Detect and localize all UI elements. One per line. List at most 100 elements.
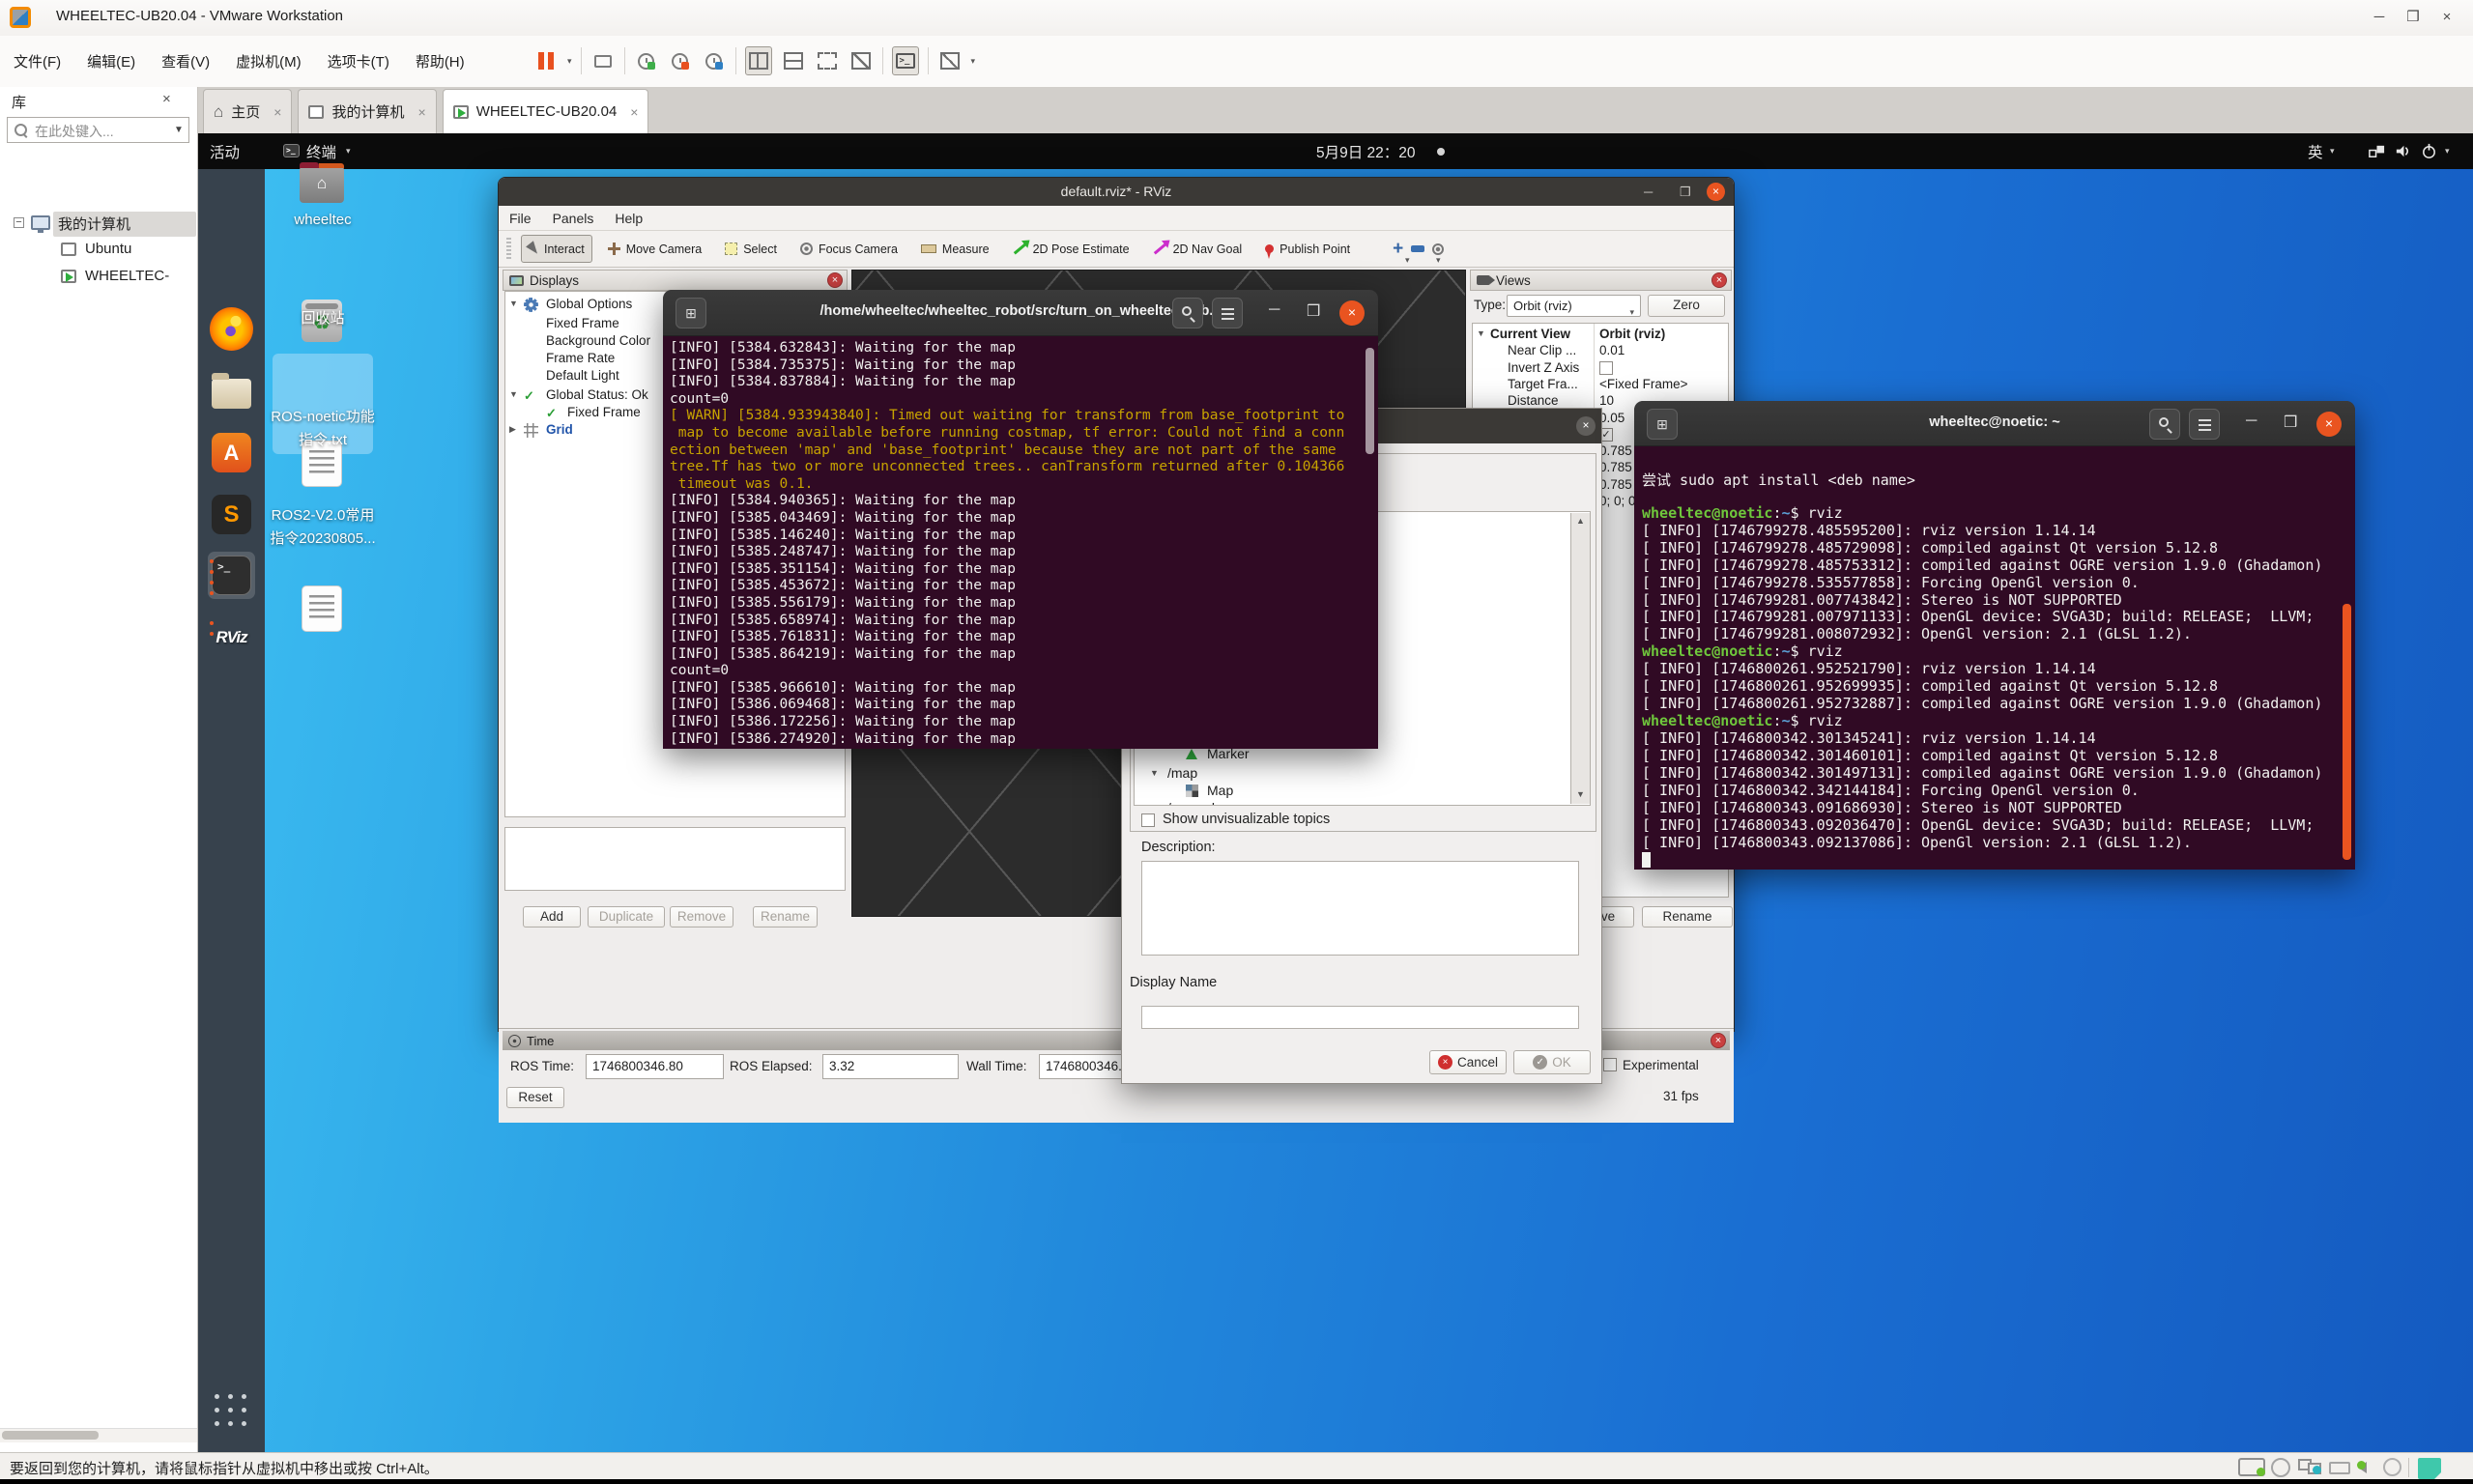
close-button[interactable]: × — [2437, 6, 2457, 29]
show-thumbnail-bar-icon[interactable] — [781, 47, 806, 74]
desktop-icon-folder[interactable]: ⌂ — [300, 166, 344, 203]
views-row-2[interactable]: Invert Z Axis — [1473, 360, 1728, 377]
tab-WHEELTEC-UB20.04[interactable]: WHEELTEC-UB20.04× — [443, 89, 649, 133]
maximize-button[interactable]: ❒ — [2403, 6, 2423, 29]
duplicate-button[interactable]: Duplicate — [588, 906, 665, 928]
tool-measure[interactable]: Measure — [913, 235, 997, 263]
views-close-icon[interactable]: × — [1711, 272, 1727, 288]
dialog-close-icon[interactable]: × — [1576, 416, 1596, 436]
power-icon[interactable] — [2420, 142, 2438, 160]
remove-tool-icon[interactable] — [1411, 245, 1424, 252]
fullscreen-icon[interactable] — [815, 47, 840, 74]
menubar-item[interactable]: 帮助(H) — [416, 51, 465, 71]
tree-expander-icon[interactable]: ▶ — [509, 424, 516, 435]
terminal-header[interactable]: ⊞ wheeltec@noetic: ~ ─ ❒ × — [1634, 401, 2355, 446]
rviz-minimize-icon[interactable]: ─ — [1644, 185, 1653, 199]
clock[interactable]: 5月9日 22：20 — [1316, 141, 1416, 162]
dock-item-rviz[interactable]: RViz — [208, 614, 255, 661]
hard-disk-icon[interactable] — [2238, 1458, 2265, 1481]
views-row-1[interactable]: Near Clip ...0.01 — [1473, 343, 1728, 359]
activities-button[interactable]: 活动 — [210, 141, 240, 162]
menubar-item[interactable]: 文件(F) — [14, 51, 61, 71]
topic-Map[interactable]: Map — [1135, 783, 1590, 800]
views-row-3[interactable]: Target Fra...<Fixed Frame> — [1473, 377, 1728, 393]
sound-icon[interactable] — [2358, 1458, 2367, 1475]
tree-expander-icon[interactable]: − — [14, 217, 24, 228]
rviz-menu-panels[interactable]: Panels — [553, 211, 594, 226]
menubar-item[interactable]: 选项卡(T) — [328, 51, 389, 71]
menubar-item[interactable]: 虚拟机(M) — [236, 51, 302, 71]
add-button[interactable]: Add — [523, 906, 581, 928]
tree-expander-icon[interactable]: ▼ — [1150, 768, 1159, 778]
search-dropdown-icon[interactable]: ▼ — [174, 125, 184, 135]
stretch-dropdown-icon[interactable]: ▾ — [971, 56, 976, 67]
terminal-scrollbar[interactable] — [2343, 604, 2351, 860]
views-row-checkbox[interactable] — [1599, 361, 1613, 375]
time-close-icon[interactable]: × — [1711, 1033, 1726, 1048]
app-menu[interactable]: 终端 — [306, 141, 336, 162]
snapshot-revert-icon[interactable] — [668, 47, 693, 74]
tool-move-camera[interactable]: Move Camera — [600, 235, 710, 263]
display-name-input[interactable] — [1141, 1006, 1579, 1029]
menubar-item[interactable]: 查看(V) — [161, 51, 210, 71]
pause-icon[interactable] — [533, 47, 559, 74]
views-panel-header[interactable]: Views × — [1470, 270, 1732, 291]
rename-button[interactable]: Rename — [1642, 906, 1733, 928]
network-icon[interactable] — [2298, 1458, 2321, 1475]
scroll-up-icon[interactable]: ▲ — [1573, 516, 1588, 526]
topic-move_base[interactable]: ▼/move_base — [1135, 800, 1590, 806]
library-item-Ubuntu[interactable]: Ubuntu — [0, 238, 198, 264]
remove-button[interactable]: Remove — [670, 906, 733, 928]
desktop-icon-text[interactable] — [302, 585, 342, 632]
tool-focus-camera[interactable]: Focus Camera — [792, 235, 906, 263]
toolbar-grip[interactable] — [506, 238, 511, 261]
tree-expander-icon[interactable]: ▼ — [509, 389, 518, 399]
maximize-icon[interactable]: ❒ — [1307, 301, 1320, 321]
tab-close-icon[interactable]: × — [273, 104, 281, 120]
minimize-icon[interactable]: ─ — [1269, 301, 1280, 319]
search-icon[interactable] — [2149, 409, 2180, 440]
volume-icon[interactable] — [2394, 142, 2412, 160]
rviz-titlebar[interactable]: default.rviz* - RViz ─ ❒ × — [499, 178, 1734, 206]
minimize-icon[interactable]: ─ — [2246, 413, 2257, 430]
tool-publish-point[interactable]: Publish Point — [1257, 235, 1358, 263]
pause-dropdown-icon[interactable]: ▾ — [567, 56, 572, 67]
console-view-icon[interactable]: >_ — [892, 46, 919, 75]
menu-icon[interactable] — [1212, 298, 1243, 328]
tab-我的计算机[interactable]: 我的计算机× — [298, 89, 436, 133]
topic-map[interactable]: ▼/map — [1135, 765, 1590, 783]
add-tool-icon[interactable]: + — [1393, 239, 1403, 260]
minimize-button[interactable]: ─ — [2370, 6, 2389, 29]
unity-mode-icon[interactable] — [848, 47, 874, 74]
ok-button[interactable]: ✓OK — [1513, 1050, 1591, 1074]
tree-expander-icon[interactable]: ▼ — [1477, 328, 1485, 338]
tool-properties-icon[interactable] — [1432, 243, 1444, 255]
rviz-menu-file[interactable]: File — [509, 211, 532, 226]
views-zero-button[interactable]: Zero — [1648, 295, 1725, 317]
tool-2d-nav-goal[interactable]: 2D Nav Goal — [1145, 235, 1251, 263]
rviz-maximize-icon[interactable]: ❒ — [1680, 185, 1691, 200]
tool-dropdown-icon[interactable]: ▾ — [1405, 255, 1410, 266]
show-applications-icon[interactable] — [215, 1394, 249, 1429]
input-language[interactable]: 英 — [2308, 141, 2323, 162]
cancel-button[interactable]: ×Cancel — [1429, 1050, 1507, 1074]
tool-interact[interactable]: Interact — [521, 235, 592, 263]
views-type-select[interactable]: Orbit (rviz)▾ — [1507, 295, 1641, 317]
printer-icon[interactable] — [2329, 1458, 2350, 1475]
tree-expander-icon[interactable]: ▼ — [509, 299, 518, 308]
message-log-icon[interactable] — [2418, 1458, 2441, 1484]
library-search-input[interactable]: 在此处键入... ▼ — [7, 117, 189, 143]
show-library-icon[interactable] — [745, 46, 772, 75]
library-item-WHEELTEC-[interactable]: WHEELTEC- — [0, 265, 198, 291]
send-ctrl-alt-del-icon[interactable] — [590, 47, 616, 74]
rviz-menu-help[interactable]: Help — [615, 211, 643, 226]
close-icon[interactable]: × — [2316, 412, 2342, 437]
ros-elapsed-field[interactable]: 3.32 — [822, 1054, 959, 1079]
stretch-view-icon[interactable] — [937, 47, 963, 74]
tree-expander-icon[interactable]: ▼ — [1150, 803, 1159, 806]
tab-close-icon[interactable]: × — [418, 104, 426, 120]
views-row-0[interactable]: ▼Current ViewOrbit (rviz) — [1473, 327, 1728, 343]
library-hscrollbar[interactable] — [0, 1428, 197, 1442]
terminal-scrollbar[interactable] — [1366, 348, 1374, 454]
time-reset-button[interactable]: Reset — [506, 1087, 564, 1108]
